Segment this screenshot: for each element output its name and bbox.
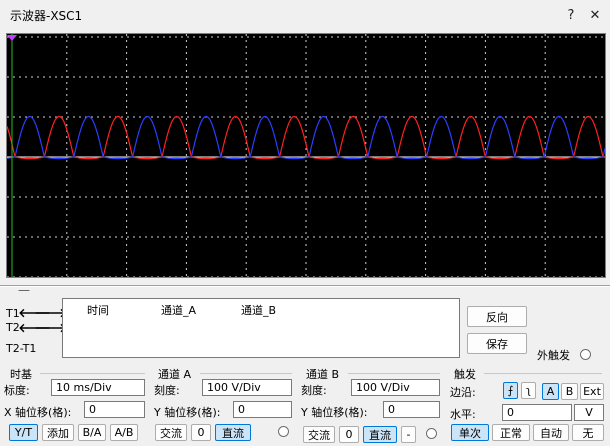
trigger-normal-button[interactable]: 正常 xyxy=(492,424,530,441)
measurement-readout: 时间 通道_A 通道_B xyxy=(62,298,460,358)
cursor-t1-marker xyxy=(7,35,17,41)
channel-a-dc-button[interactable]: 直流 xyxy=(215,424,251,441)
trigger-none-button[interactable]: 无 xyxy=(572,424,604,441)
x-offset-field[interactable]: 0 xyxy=(84,401,145,418)
channel-b-scale-field[interactable]: 100 V/Div xyxy=(351,379,440,396)
trigger-group-line xyxy=(484,373,602,374)
channel-a-y-offset-field[interactable]: 0 xyxy=(233,401,292,418)
trigger-source-b-button[interactable]: B xyxy=(561,383,578,400)
readout-channel-a-header: 通道_A xyxy=(161,304,197,317)
ext-trigger-radio[interactable] xyxy=(580,349,591,360)
trigger-auto-button[interactable]: 自动 xyxy=(533,424,569,441)
timebase-scale-field[interactable]: 10 ms/Div xyxy=(51,379,145,396)
channel-b-ground-radio[interactable] xyxy=(426,428,437,439)
channel-a-title: 通道 A xyxy=(158,368,192,381)
falling-edge-icon[interactable]: ʅ xyxy=(521,382,536,399)
trigger-source-a-button[interactable]: A xyxy=(542,383,559,400)
save-button[interactable]: 保存 xyxy=(467,333,527,354)
channel-a-y-offset-label: Y 轴位移(格): xyxy=(154,406,221,419)
window-title: 示波器-XSC1 xyxy=(10,9,83,23)
ba-mode-button[interactable]: B/A xyxy=(78,424,106,441)
t2-t1-label: T2-T1 xyxy=(6,342,37,355)
channel-b-y-offset-field[interactable]: 0 xyxy=(383,401,440,418)
trigger-level-field[interactable]: 0 xyxy=(502,404,572,421)
channel-b-title: 通道 B xyxy=(306,368,340,381)
channel-a-scale-field[interactable]: 100 V/Div xyxy=(202,379,292,396)
panel-splitter[interactable] xyxy=(0,285,610,287)
readout-channel-b-header: 通道_B xyxy=(241,304,277,317)
trigger-level-label: 水平: xyxy=(450,408,476,421)
ext-trigger-label: 外触发 xyxy=(537,349,570,362)
trigger-edge-label: 边沿: xyxy=(450,386,476,399)
channel-b-scale-label: 刻度: xyxy=(301,384,327,397)
waveform-display xyxy=(6,34,606,278)
channel-a-zero-button[interactable]: 0 xyxy=(191,424,211,441)
reverse-button[interactable]: 反向 xyxy=(467,306,527,327)
yt-mode-button[interactable]: Y/T xyxy=(9,424,38,441)
channel-b-zero-button[interactable]: 0 xyxy=(339,426,359,443)
timebase-scale-label: 标度: xyxy=(4,384,30,397)
splitter-grip-icon[interactable]: — xyxy=(18,283,30,297)
channel-a-ground-radio[interactable] xyxy=(278,426,289,437)
help-icon[interactable]: ? xyxy=(560,5,582,25)
channel-b-y-offset-label: Y 轴位移(格): xyxy=(301,406,368,419)
trigger-level-unit[interactable]: V xyxy=(574,404,604,421)
channel-b-group-line xyxy=(348,373,440,374)
t1-right-arrow-icon[interactable]: 🡒 xyxy=(34,306,66,320)
readout-time-header: 时间 xyxy=(87,304,109,317)
channel-a-scale-label: 刻度: xyxy=(154,384,180,397)
channel-b-minus-button[interactable]: - xyxy=(401,426,416,443)
channel-b-ac-button[interactable]: 交流 xyxy=(303,426,335,443)
add-mode-button[interactable]: 添加 xyxy=(42,424,74,441)
trigger-source-ext-button[interactable]: Ext xyxy=(580,383,604,400)
close-icon[interactable]: ✕ xyxy=(584,5,606,25)
t2-right-arrow-icon[interactable]: 🡒 xyxy=(34,321,66,335)
oscilloscope-screen xyxy=(6,33,606,278)
trigger-title: 触发 xyxy=(454,368,476,381)
ab-mode-button[interactable]: A/B xyxy=(110,424,138,441)
trigger-single-button[interactable]: 单次 xyxy=(451,424,489,441)
channel-a-ac-button[interactable]: 交流 xyxy=(155,424,187,441)
title-bar xyxy=(0,0,610,30)
rising-edge-icon[interactable]: ⨍ xyxy=(503,382,518,399)
channel-b-dc-button[interactable]: 直流 xyxy=(363,426,397,443)
x-offset-label: X 轴位移(格): xyxy=(4,406,72,419)
timebase-title: 时基 xyxy=(10,368,32,381)
timebase-group-line xyxy=(40,373,145,374)
channel-a-group-line xyxy=(200,373,292,374)
